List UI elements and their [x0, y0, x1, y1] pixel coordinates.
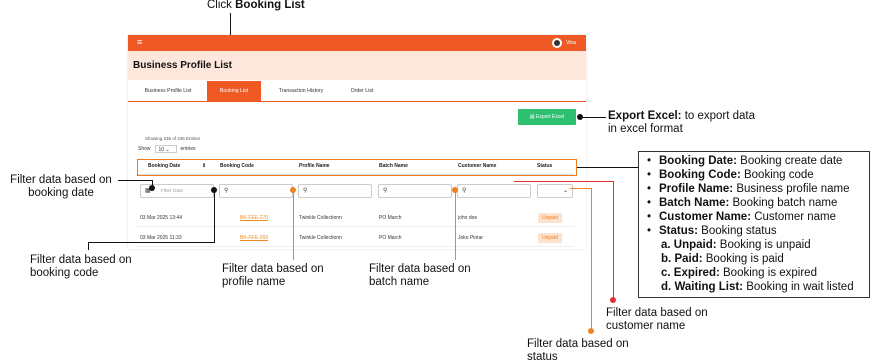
filter-batch-note: Filter data based on batch name — [369, 263, 471, 288]
page-title: Business Profile List — [133, 60, 232, 71]
table-row[interactable]: 03 Mar 2025 13:44 BK-FEE-270 Twinkle Col… — [136, 210, 574, 227]
filter-profile-pointer-line — [293, 190, 294, 260]
legend-item: • Booking Code: Booking code — [647, 169, 814, 181]
legend-item: • Customer Name: Customer name — [647, 211, 837, 223]
legend-pointer-line — [577, 167, 639, 168]
legend-item: • Batch Name: Booking batch name — [647, 197, 838, 209]
cell-customer-name: Joko Pintar — [458, 235, 484, 241]
filter-date-pointer-dot — [149, 185, 155, 191]
legend-subitem: a. Unpaid: Booking is unpaid — [661, 239, 811, 251]
export-note: Export Excel: to export data in excel fo… — [608, 110, 756, 135]
column-legend: • Booking Date: Booking create date • Book… — [638, 151, 870, 298]
export-pointer-dot — [577, 114, 583, 120]
legend-item: • Status: Booking status — [647, 225, 777, 237]
status-badge: Unpaid — [538, 233, 562, 243]
app-window: ≡ Vina Business Profile List Business Pr… — [128, 35, 586, 249]
user-name: Vina — [566, 40, 576, 46]
filter-customer-name[interactable]: ⚲ — [457, 184, 531, 198]
filter-batch-pointer-line — [455, 190, 456, 260]
header-highlight — [137, 159, 577, 176]
excel-file-icon: ▤ — [529, 114, 535, 120]
cell-customer-name: john doe — [458, 215, 478, 221]
filter-profile-note: Filter data based on profile name — [222, 263, 324, 288]
cell-batch-name: PO March — [379, 215, 402, 221]
filter-batch-name[interactable]: ⚲ — [378, 184, 452, 198]
search-icon: ⚲ — [303, 188, 308, 194]
legend-subitem: c. Expired: Booking is expired — [661, 267, 817, 279]
entries-label: entries — [180, 146, 196, 152]
filter-customer-pointer-dot — [610, 297, 616, 303]
cell-booking-date: 03 Mar 2025 13:44 — [140, 215, 182, 221]
filter-code-pointer-line-v2 — [88, 242, 89, 250]
table-row[interactable]: 03 Mar 2025 11:33 BK-FEE-269 Twinkle Col… — [136, 230, 574, 247]
filter-profile-name[interactable]: ⚲ — [298, 184, 372, 198]
chevron-down-icon: ⌄ — [562, 188, 568, 194]
legend-subitem: d. Waiting List: Booking in wait listed — [661, 281, 854, 293]
show-label: Show — [138, 146, 151, 152]
filter-status-note: Filter data based on status — [527, 338, 629, 363]
hamburger-icon[interactable]: ≡ — [137, 37, 142, 48]
filter-status[interactable]: ⌄ — [537, 184, 573, 198]
entries-info: Showing 235 of 235 Entries — [145, 136, 201, 141]
cell-profile-name: Twinkle Collectionn — [299, 215, 342, 221]
filter-booking-code[interactable]: ⚲ — [219, 184, 293, 198]
legend-subitem: b. Paid: Booking is paid — [661, 253, 784, 265]
user-menu[interactable]: Vina — [552, 38, 576, 48]
cell-booking-code[interactable]: BK-FEE-270 — [240, 210, 268, 226]
tab-business-profile-list[interactable]: Business Profile List — [132, 81, 204, 101]
page-size-control: Show 10 ⌄ entries — [138, 145, 196, 153]
top-bar: ≡ Vina — [128, 35, 586, 51]
filter-customer-pointer-line-h — [514, 181, 613, 182]
filter-code-pointer-line-v — [214, 190, 215, 242]
filter-date-pointer-line — [118, 180, 152, 181]
tab-bar: Business Profile List Booking List Trans… — [128, 81, 586, 102]
tab-booking-list[interactable]: Booking List — [207, 81, 261, 101]
export-excel-label: Export Excel — [536, 114, 565, 120]
instruction-target: Booking List — [235, 0, 305, 11]
legend-item: • Profile Name: Business profile name — [647, 183, 850, 195]
export-excel-button[interactable]: ▤ Export Excel — [518, 109, 576, 125]
filter-code-note: Filter data based on booking code — [30, 254, 132, 279]
filter-code-pointer-line-h — [88, 242, 215, 243]
cell-booking-date: 03 Mar 2025 11:33 — [140, 235, 182, 241]
cell-profile-name: Twinkle Collectionn — [299, 235, 342, 241]
search-icon: ⚲ — [462, 188, 467, 194]
export-pointer-line — [580, 117, 606, 118]
filter-status-pointer-line-v — [591, 188, 592, 331]
search-icon: ⚲ — [224, 188, 229, 194]
filter-customer-note: Filter data based on customer name — [606, 307, 708, 332]
cell-booking-code[interactable]: BK-FEE-269 — [240, 230, 268, 246]
filter-status-pointer-dot — [588, 328, 594, 334]
status-badge: Unpaid — [538, 213, 562, 223]
filter-status-pointer-line-h — [570, 188, 591, 189]
cell-batch-name: PO March — [379, 235, 402, 241]
page-size-select[interactable]: 10 ⌄ — [154, 145, 177, 153]
instruction-text: Click Booking List — [207, 0, 305, 12]
filter-customer-pointer-line-v — [613, 181, 614, 301]
search-icon: ⚲ — [383, 188, 388, 194]
filter-date-placeholder: Filter Date — [161, 189, 184, 194]
instruction-prefix: Click — [207, 0, 236, 11]
tab-order-list[interactable]: Order List — [340, 81, 384, 101]
legend-item: • Booking Date: Booking create date — [647, 155, 843, 167]
avatar — [552, 38, 563, 48]
filter-date-note: Filter data based on booking date — [10, 174, 112, 199]
tab-transaction-history[interactable]: Transaction History — [266, 81, 336, 101]
